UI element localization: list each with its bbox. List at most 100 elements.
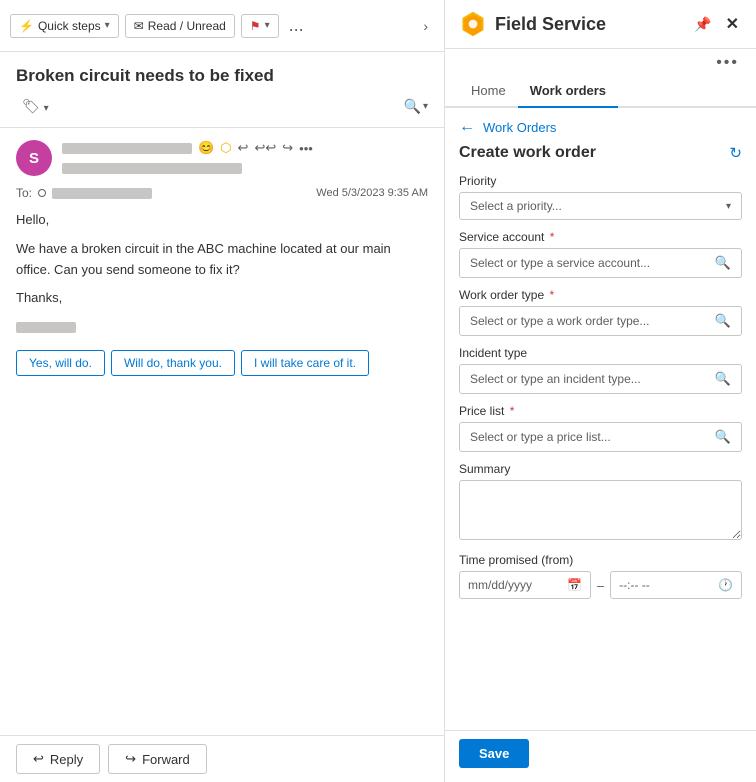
flag-icon: ⚑ [250,19,261,33]
form-title-row: Create work order ↻ [459,144,742,162]
quicksteps-chevron-icon: ▾ [105,20,110,31]
email-date: Wed 5/3/2023 9:35 AM [316,187,428,199]
time-input[interactable]: --:-- -- 🕐 [610,571,742,599]
summary-label: Summary [459,462,742,476]
price-list-search-icon: 🔍 [715,429,731,445]
back-navigation[interactable]: ← Work Orders [459,118,742,136]
tab-home[interactable]: Home [459,75,518,108]
lightning-icon: ⚡ [19,19,34,33]
date-placeholder: mm/dd/yyyy [468,578,532,592]
to-indicator [38,189,46,197]
price-list-required: * [510,404,515,418]
tag-button[interactable]: 🏷 ▾ [16,94,55,119]
email-more-icon: ••• [299,141,313,156]
reply-label: Reply [50,752,83,767]
incident-type-placeholder: Select or type an incident type... [470,372,641,386]
sender-sig-redacted [16,322,76,333]
reply-all-icon: ↩↩ [254,140,276,156]
clock-icon: 🕐 [718,578,733,592]
back-arrow-icon: ← [459,118,475,136]
priority-placeholder: Select a priority... [470,199,562,213]
incident-type-label: Incident type [459,346,742,360]
reply-arrow-icon: ↩ [33,751,44,767]
email-toolbar: ⚡ Quick steps ▾ ✉ Read / Unread ⚑ ▾ ... … [0,0,444,52]
close-panel-button[interactable]: ✕ [723,11,742,37]
tab-work-orders[interactable]: Work orders [518,75,618,108]
email-thanks: Thanks, [16,288,428,309]
incident-type-input[interactable]: Select or type an incident type... 🔍 [459,364,742,394]
collapse-panel-button[interactable]: › [417,14,434,38]
price-list-input[interactable]: Select or type a price list... 🔍 [459,422,742,452]
refresh-button[interactable]: ↻ [729,144,742,162]
time-inputs-row: mm/dd/yyyy 📅 – --:-- -- 🕐 [459,571,742,599]
email-greeting: Hello, [16,210,428,231]
work-order-type-input[interactable]: Select or type a work order type... 🔍 [459,306,742,336]
incident-type-field-group: Incident type Select or type an incident… [459,346,742,394]
work-order-type-required: * [550,288,555,302]
time-promised-label: Time promised (from) [459,553,742,567]
summary-textarea[interactable] [459,480,742,540]
email-panel: ⚡ Quick steps ▾ ✉ Read / Unread ⚑ ▾ ... … [0,0,445,782]
sender-email-redacted [62,163,242,174]
flag-button[interactable]: ⚑ ▾ [241,14,279,38]
work-order-type-label: Work order type * [459,288,742,302]
priority-chevron-icon: ▾ [726,201,731,212]
app-title: Field Service [495,14,683,35]
refresh-icon: ↻ [729,145,742,162]
forward-icon: ↪ [282,140,293,156]
sender-avatar: S [16,140,52,176]
summary-field-group: Summary [459,462,742,543]
panel-more-button[interactable]: ••• [713,51,742,75]
collapse-icon: › [423,18,428,34]
service-account-field-group: Service account * Select or type a servi… [459,230,742,278]
pin-icon: 📌 [694,16,711,32]
email-body: We have a broken circuit in the ABC mach… [16,239,428,281]
service-account-required: * [550,230,555,244]
pin-button[interactable]: 📌 [691,13,714,36]
to-label: To: [16,186,32,200]
price-list-field-group: Price list * Select or type a price list… [459,404,742,452]
header-actions: 📌 ✕ [691,11,742,37]
priority-select[interactable]: Select a priority... ▾ [459,192,742,220]
email-actions-row: 🏷 ▾ 🔍 ▾ [16,94,428,119]
right-panel: Field Service 📌 ✕ ••• Home Work orders ←… [445,0,756,782]
forward-arrow-icon: ↪ [125,751,136,767]
zoom-chevron-icon: ▾ [423,101,428,112]
quick-steps-label: Quick steps [38,19,101,33]
calendar-icon: 📅 [567,578,582,592]
email-header: Broken circuit needs to be fixed 🏷 ▾ 🔍 ▾ [0,52,444,128]
email-to-row: To: Wed 5/3/2023 9:35 AM [16,186,428,200]
envelope-icon: ✉ [134,19,144,33]
flag-chevron-icon: ▾ [265,20,270,31]
reply-bar: ↩ Reply ↪ Forward [0,735,444,782]
date-input[interactable]: mm/dd/yyyy 📅 [459,571,591,599]
forward-button[interactable]: ↪ Forward [108,744,207,774]
time-separator: – [597,578,604,593]
tab-bar: Home Work orders [445,75,756,108]
panel-more-icon: ••• [716,54,739,71]
service-account-input[interactable]: Select or type a service account... 🔍 [459,248,742,278]
quick-reply-2[interactable]: Will do, thank you. [111,350,235,376]
emoji-icon: 😊 [198,140,214,156]
priority-label: Priority [459,174,742,188]
service-account-label: Service account * [459,230,742,244]
reply-button[interactable]: ↩ Reply [16,744,100,774]
save-row: Save [445,730,756,782]
read-unread-button[interactable]: ✉ Read / Unread [125,14,235,38]
badge-icon: ⬡ [220,140,231,156]
save-button[interactable]: Save [459,739,529,768]
form-title: Create work order [459,144,596,162]
quick-reply-1[interactable]: Yes, will do. [16,350,105,376]
time-promised-field-group: Time promised (from) mm/dd/yyyy 📅 – --:-… [459,553,742,599]
reply-icon: ↩ [238,140,249,156]
quick-reply-3[interactable]: I will take care of it. [241,350,369,376]
price-list-label: Price list * [459,404,742,418]
tag-icon: 🏷 [22,98,40,114]
time-placeholder: --:-- -- [619,578,650,592]
service-account-placeholder: Select or type a service account... [470,256,650,270]
email-content: Hello, We have a broken circuit in the A… [16,210,428,338]
zoom-button[interactable]: 🔍 ▾ [404,98,428,115]
sender-name-redacted [62,143,192,154]
quick-steps-button[interactable]: ⚡ Quick steps ▾ [10,14,119,38]
more-actions-button[interactable]: ... [285,13,308,38]
